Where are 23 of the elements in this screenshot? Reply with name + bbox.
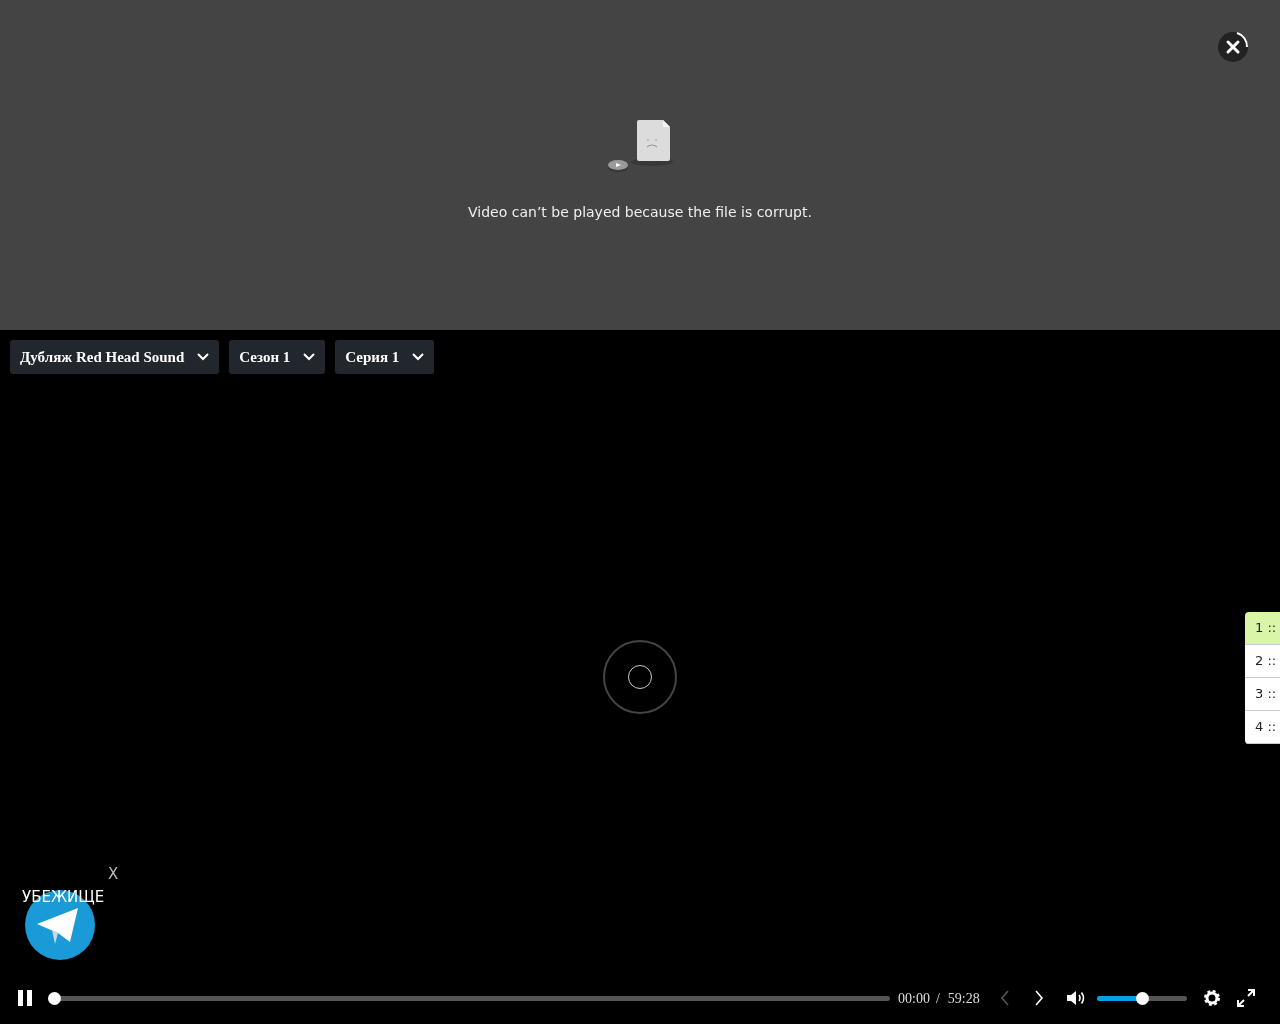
chevron-icon xyxy=(303,353,316,361)
chevron-icon xyxy=(412,353,425,361)
progress-thumb[interactable] xyxy=(48,991,61,1005)
close-text[interactable]: X xyxy=(108,863,119,886)
error-message: Video can’t be played because the file is corrupt. xyxy=(468,203,812,222)
volume-thumb[interactable] xyxy=(1135,991,1149,1005)
duration: 59:28 xyxy=(947,989,980,1008)
fullscreen-icon[interactable] xyxy=(1236,989,1255,1007)
close-button[interactable] xyxy=(1216,30,1250,64)
dropdown-button[interactable]: Сезон 1 xyxy=(229,340,326,374)
settings-icon[interactable] xyxy=(1202,989,1221,1007)
dropdown-button[interactable]: Дубляж Red Head Sound xyxy=(10,340,220,374)
list-item[interactable]: 3 :: xyxy=(1245,678,1280,711)
chevron-icon xyxy=(197,353,210,361)
list-item[interactable]: 1 :: xyxy=(1245,612,1280,645)
list-item[interactable]: 2 :: xyxy=(1245,645,1280,678)
pause-button[interactable] xyxy=(18,990,34,1006)
dropdown-button[interactable]: Серия 1 xyxy=(335,340,435,374)
broken-file-icon xyxy=(605,118,675,172)
list-item[interactable]: 4 :: xyxy=(1245,711,1280,744)
current-time: 00:00 xyxy=(898,989,930,1008)
time-separator: / xyxy=(935,989,940,1008)
volume-icon[interactable] xyxy=(1065,990,1086,1006)
